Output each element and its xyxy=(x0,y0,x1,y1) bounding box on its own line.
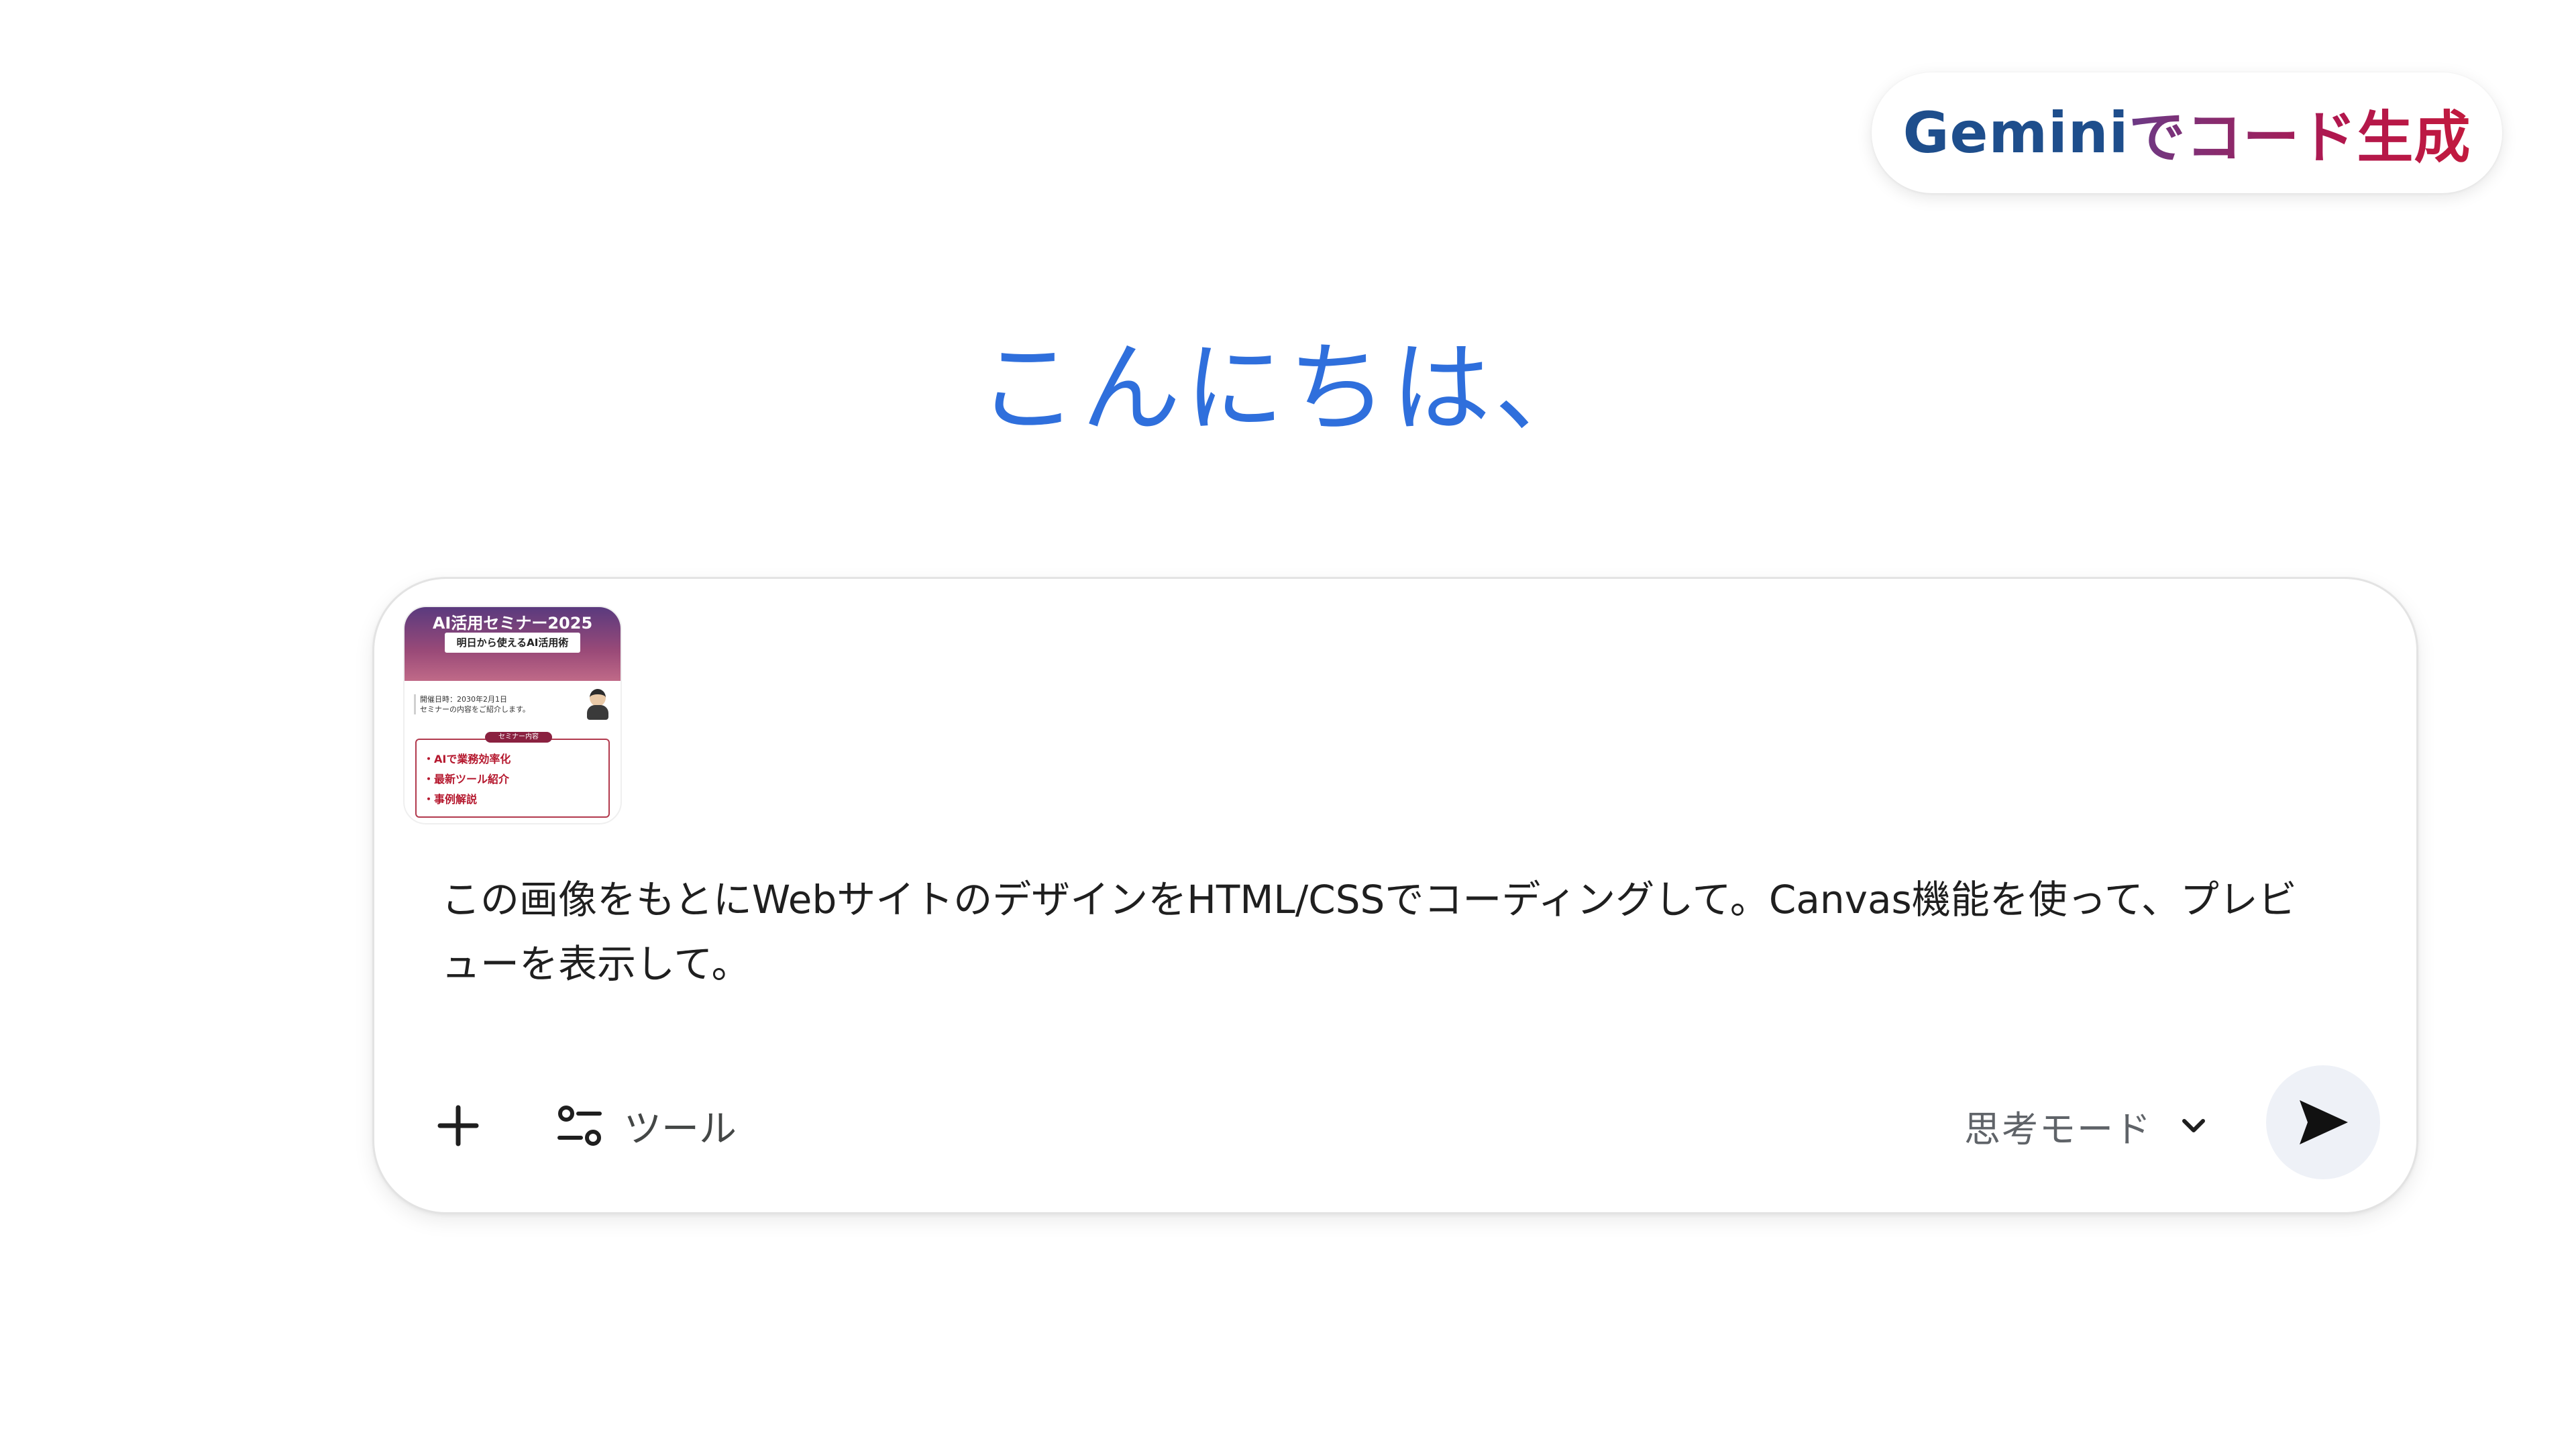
plus-icon xyxy=(437,1105,479,1146)
tools-sliders-icon xyxy=(557,1106,602,1146)
thumbnail-list: ・AIで業務効率化 ・最新ツール紹介 ・事例解説 xyxy=(415,739,610,818)
thumbnail-info-line: セミナーの内容をご紹介します。 xyxy=(420,705,530,714)
title-badge-brand: Gemini xyxy=(1902,100,2129,166)
thumbnail-subtitle: 明日から使えるAI活用術 xyxy=(445,633,580,653)
thumbnail-list-item: ・最新ツール紹介 xyxy=(423,773,510,786)
prompt-card: AI活用セミナー2025 明日から使えるAI活用術 開催日時：2030年2月1日… xyxy=(372,577,2418,1214)
send-button[interactable] xyxy=(2266,1065,2380,1179)
thumbnail-tag: セミナー内容 xyxy=(485,732,552,743)
prompt-input[interactable]: この画像をもとにWebサイトのデザインをHTML/CSSでコーディングして。Ca… xyxy=(441,867,2320,996)
title-badge-text: でコード生成 xyxy=(2129,93,2471,174)
thumbnail-list-item: ・AIで業務効率化 xyxy=(423,753,511,765)
thumbnail-info-line: 開催日時：2030年2月1日 xyxy=(420,695,507,704)
mode-label: 思考モード xyxy=(1964,1108,2152,1150)
mode-dropdown[interactable]: 思考モード xyxy=(1964,1095,2208,1156)
chevron-down-icon xyxy=(2179,1111,2208,1140)
tools-button[interactable]: ツール xyxy=(555,1095,737,1156)
title-badge: Gemini でコード生成 xyxy=(1872,72,2502,193)
gemini-page: Gemini でコード生成 こんにちは、 AI活用セミナー2025 明日から使える… xyxy=(0,0,2576,1449)
greeting-heading: こんにちは、 xyxy=(978,331,1598,446)
thumbnail-list-item: ・事例解説 xyxy=(423,793,478,806)
tools-label: ツール xyxy=(624,1107,737,1151)
attachment-thumbnail[interactable]: AI活用セミナー2025 明日から使えるAI活用術 開催日時：2030年2月1日… xyxy=(403,606,622,824)
speaker-avatar-icon xyxy=(584,688,611,721)
thumbnail-title: AI活用セミナー2025 xyxy=(432,614,593,633)
send-arrow-icon xyxy=(2300,1100,2348,1144)
add-button[interactable] xyxy=(428,1095,488,1156)
thumbnail-info: 開催日時：2030年2月1日 セミナーの内容をご紹介します。 xyxy=(414,694,574,714)
